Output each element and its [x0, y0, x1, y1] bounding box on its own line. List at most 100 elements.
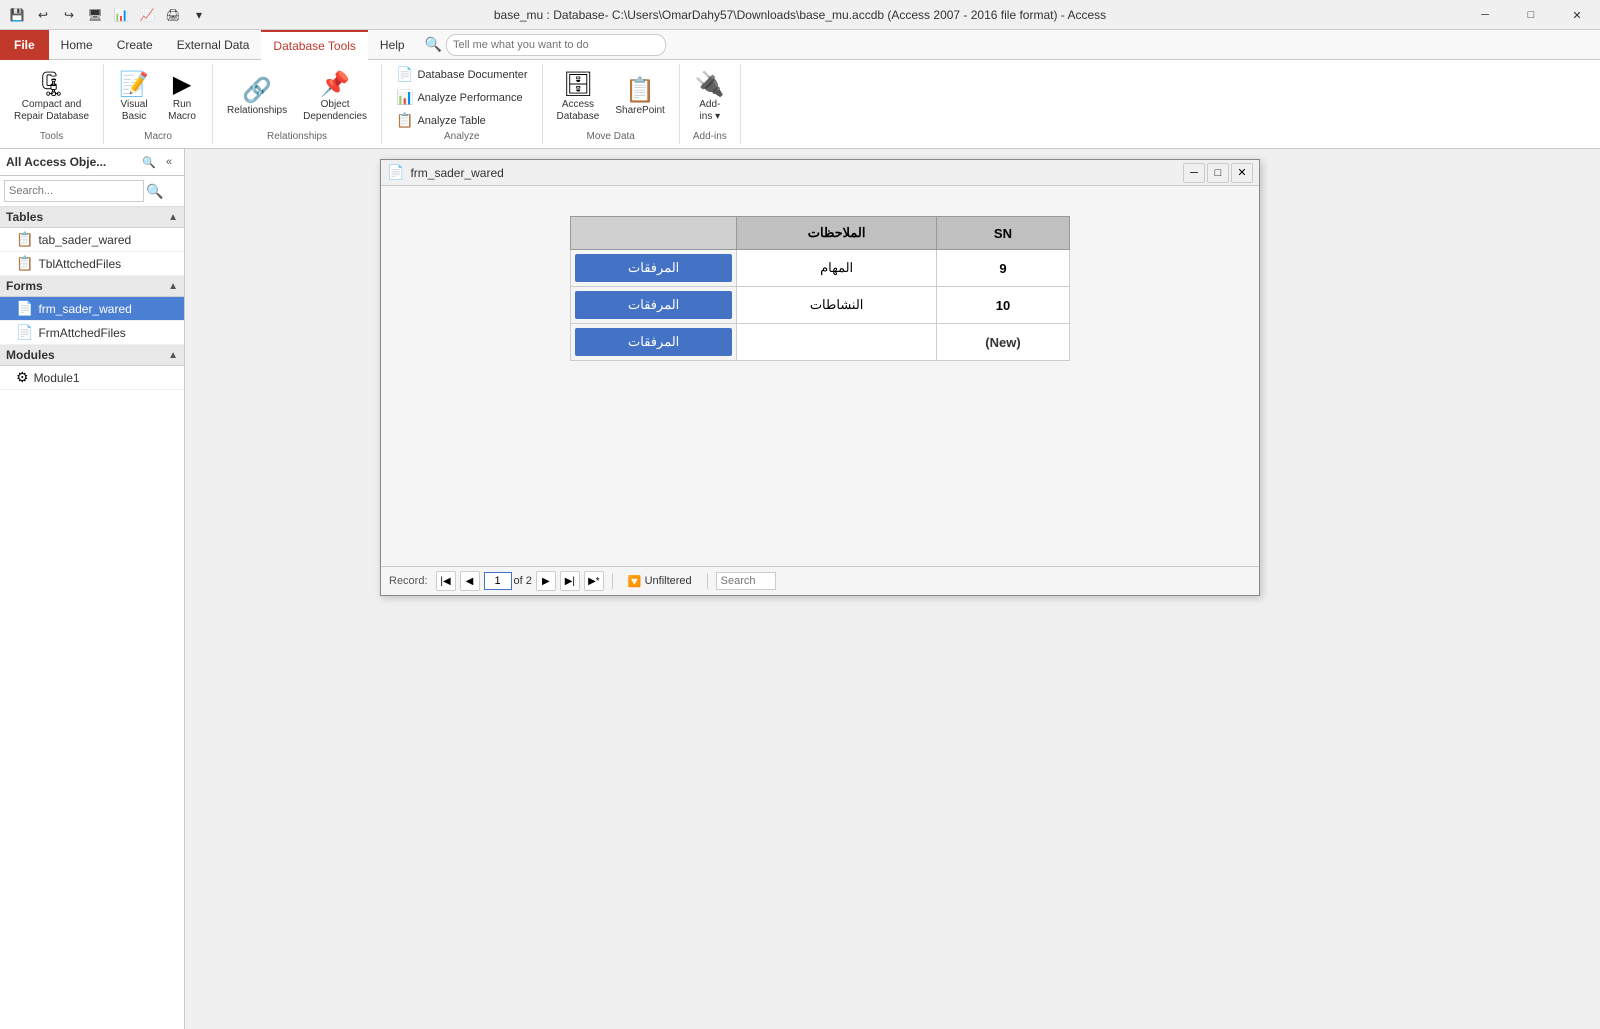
tools-group-items: 🗜 Compact andRepair Database: [8, 64, 95, 131]
nav-new-button[interactable]: ▶*: [584, 571, 604, 591]
record-nav: Record: |◀ ◀ of 2 ▶ ▶| ▶* 🔽 Unfiltered: [381, 566, 1259, 595]
sidebar-item-frm-attched-files[interactable]: 📄 FrmAttchedFiles: [0, 321, 184, 345]
print-qa-btn[interactable]: 🖨: [161, 3, 185, 27]
move-data-group-items: 🗄 AccessDatabase 📋 SharePoint: [551, 64, 671, 131]
mdi-maximize-button[interactable]: □: [1207, 163, 1229, 183]
compact-repair-button[interactable]: 🗜 Compact andRepair Database: [8, 65, 95, 131]
relationships-group-label: Relationships: [267, 131, 327, 144]
btn-column-header: [571, 217, 737, 250]
filter-label: Unfiltered: [645, 575, 692, 587]
btn-cell-3: المرفقات: [571, 324, 737, 361]
tab-help[interactable]: Help: [368, 30, 417, 60]
tables-toggle-icon: ▲: [168, 212, 178, 223]
minimize-button[interactable]: ─: [1462, 0, 1508, 30]
ribbon: File Home Create External Data Database …: [0, 30, 1600, 149]
relationships-group-items: 🔗 Relationships 📌 ObjectDependencies: [221, 64, 373, 131]
visual-basic-icon: 📝: [119, 73, 149, 97]
forms-toggle-icon: ▲: [168, 281, 178, 292]
macro-group-label: Macro: [144, 131, 172, 144]
redo-qa-btn[interactable]: ↪: [57, 3, 81, 27]
dropdown-qa-btn[interactable]: ▾: [187, 3, 211, 27]
section-header-forms[interactable]: Forms ▲: [0, 276, 184, 297]
nav-last-button[interactable]: ▶|: [560, 571, 580, 591]
sidebar-search-input[interactable]: [4, 180, 144, 202]
addins-icon: 🔌: [695, 73, 725, 97]
addins-group-label: Add-ins: [693, 131, 727, 144]
display-qa-btn[interactable]: 🖥: [83, 3, 107, 27]
maximize-button[interactable]: □: [1508, 0, 1554, 30]
analyze-table-button[interactable]: 📋 Analyze Table: [390, 110, 534, 131]
sidebar-item-tab-sader-wared[interactable]: 📋 tab_sader_wared: [0, 228, 184, 252]
nav-current-input[interactable]: [484, 572, 512, 590]
notes-column-header: الملاحظات: [737, 217, 937, 250]
mdi-window-title: frm_sader_wared: [410, 166, 1177, 180]
tab-home[interactable]: Home: [49, 30, 105, 60]
ribbon-group-relationships: 🔗 Relationships 📌 ObjectDependencies Rel…: [213, 64, 382, 144]
relationships-button[interactable]: 🔗 Relationships: [221, 65, 293, 131]
sn-cell-1: 9: [936, 250, 1069, 287]
access-database-button[interactable]: 🗄 AccessDatabase: [551, 65, 606, 131]
title-bar: 💾 ↩ ↪ 🖥 📊 📈 🖨 ▾ base_mu : Database- C:\U…: [0, 0, 1600, 30]
attachment-button-1[interactable]: المرفقات: [575, 254, 732, 282]
compact-icon: 🗜: [36, 73, 66, 97]
module-item-label-1: Module1: [34, 371, 80, 385]
nav-total-label: of 2: [514, 575, 532, 587]
database-documenter-button[interactable]: 📄 Database Documenter: [390, 64, 534, 85]
run-macro-icon: ▶: [173, 73, 191, 97]
visual-basic-button[interactable]: 📝 VisualBasic: [112, 65, 156, 131]
tools-group-label: Tools: [40, 131, 63, 144]
tab-external-data[interactable]: External Data: [165, 30, 262, 60]
tab-create[interactable]: Create: [105, 30, 165, 60]
close-button[interactable]: ✕: [1554, 0, 1600, 30]
sidebar-item-module1[interactable]: ⚙ Module1: [0, 366, 184, 390]
module-icon-1: ⚙: [16, 369, 29, 386]
mdi-form-icon: 📄: [387, 164, 404, 181]
undo-qa-btn[interactable]: ↩: [31, 3, 55, 27]
mdi-minimize-button[interactable]: ─: [1183, 163, 1205, 183]
mdi-titlebar: 📄 frm_sader_wared ─ □ ✕: [381, 160, 1259, 186]
sharepoint-button[interactable]: 📋 SharePoint: [609, 65, 670, 131]
analyze-performance-button[interactable]: 📊 Analyze Performance: [390, 87, 534, 108]
chart-qa-btn[interactable]: 📊: [109, 3, 133, 27]
sidebar-item-tbl-attched-files[interactable]: 📋 TblAttchedFiles: [0, 252, 184, 276]
ribbon-search-input[interactable]: [446, 34, 666, 56]
attachment-button-3[interactable]: المرفقات: [575, 328, 732, 356]
form-icon-1: 📄: [16, 300, 33, 317]
sidebar-collapse-btn[interactable]: «: [160, 153, 178, 171]
mdi-close-button[interactable]: ✕: [1231, 163, 1253, 183]
table-row: المرفقات المهام 9: [571, 250, 1070, 287]
form-content: الملاحظات SN المرفقات المهام 9: [381, 186, 1259, 566]
nav-next-button[interactable]: ▶: [536, 571, 556, 591]
sn-column-header: SN: [936, 217, 1069, 250]
notes-cell-2: النشاطات: [737, 287, 937, 324]
form-item-label-2: FrmAttchedFiles: [38, 326, 125, 340]
record-search-input[interactable]: [716, 572, 776, 590]
tab-file[interactable]: File: [0, 30, 49, 60]
mdi-window-controls: ─ □ ✕: [1183, 163, 1253, 183]
sidebar-search-toggle[interactable]: 🔍: [140, 153, 158, 171]
main-area: All Access Obje... 🔍 « 🔍 Tables ▲ 📋 tab_…: [0, 149, 1600, 1029]
section-header-modules[interactable]: Modules ▲: [0, 345, 184, 366]
section-header-tables[interactable]: Tables ▲: [0, 207, 184, 228]
save-qa-btn[interactable]: 💾: [5, 3, 29, 27]
mdi-window-frm: 📄 frm_sader_wared ─ □ ✕ الملاحظات SN: [380, 159, 1260, 596]
sidebar-search-icon[interactable]: 🔍: [146, 183, 163, 200]
sidebar-title: All Access Obje...: [6, 155, 106, 169]
filter-icon: 🔽: [628, 575, 642, 588]
nav-separator: [612, 573, 613, 589]
attachment-button-2[interactable]: المرفقات: [575, 291, 732, 319]
run-macro-button[interactable]: ▶ RunMacro: [160, 65, 204, 131]
table-item-label-1: tab_sader_wared: [38, 233, 131, 247]
object-dependencies-button[interactable]: 📌 ObjectDependencies: [297, 65, 373, 131]
nav-prev-button[interactable]: ◀: [460, 571, 480, 591]
sidebar-item-frm-sader-wared[interactable]: 📄 frm_sader_wared: [0, 297, 184, 321]
tab-database-tools[interactable]: Database Tools: [261, 30, 368, 60]
data-table: الملاحظات SN المرفقات المهام 9: [570, 216, 1070, 361]
nav-info: of 2: [484, 572, 532, 590]
nav-first-button[interactable]: |◀: [436, 571, 456, 591]
filter-button[interactable]: 🔽 Unfiltered: [621, 572, 699, 591]
performance-icon: 📊: [396, 89, 413, 106]
ribbon-content: 🗜 Compact andRepair Database Tools 📝 Vis…: [0, 60, 1600, 148]
add-ins-button[interactable]: 🔌 Add-ins ▾: [688, 65, 732, 131]
analyze-qa-btn[interactable]: 📈: [135, 3, 159, 27]
